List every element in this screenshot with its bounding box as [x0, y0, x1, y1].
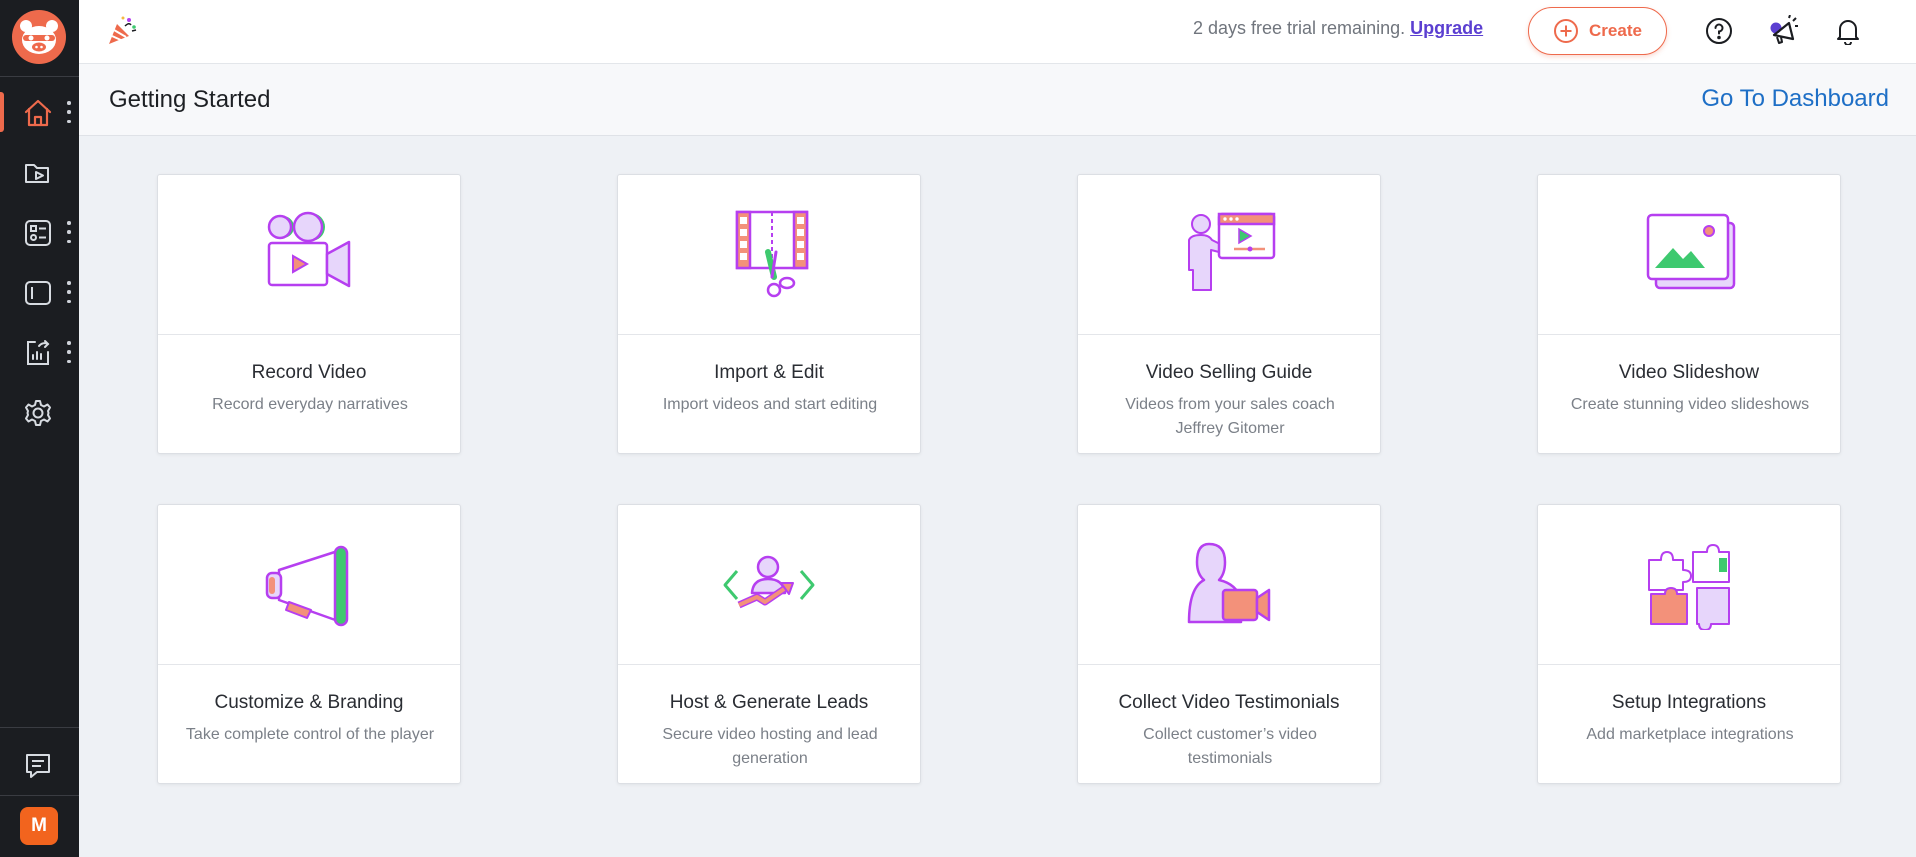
film-scissors-icon — [735, 210, 809, 298]
video-folder-icon — [22, 158, 54, 188]
create-button-label: Create — [1589, 21, 1642, 40]
page-header: Getting Started Go To Dashboard — [79, 64, 1916, 136]
trial-banner: 2 days free trial remaining. Upgrade — [1193, 18, 1483, 39]
analytics-icon — [22, 338, 54, 368]
more-options-icon[interactable] — [66, 281, 72, 303]
announcements-icon[interactable] — [1767, 15, 1799, 47]
presenter-icon — [1188, 212, 1276, 291]
campaigns-icon — [22, 218, 54, 248]
sidebar-divider — [0, 76, 79, 77]
card-title: Setup Integrations — [1611, 692, 1767, 713]
card-customize-branding[interactable]: Customize & Branding Take complete contr… — [157, 504, 461, 784]
card-video-selling-guide[interactable]: Video Selling Guide Videos from your sal… — [1077, 174, 1381, 454]
card-description: Create stunning video slideshows — [1570, 396, 1810, 413]
card-title: Video Slideshow — [1618, 362, 1760, 383]
more-options-icon[interactable] — [66, 221, 72, 243]
card-setup-integrations[interactable]: Setup Integrations Add marketplace integ… — [1537, 504, 1841, 784]
active-indicator — [0, 92, 4, 132]
card-title: Host & Generate Leads — [669, 692, 869, 713]
create-button[interactable]: Create — [1528, 7, 1667, 55]
help-icon[interactable] — [1703, 15, 1735, 47]
card-description: Videos from your sales coach Jeffrey Git… — [1125, 396, 1335, 437]
sidebar-item-home[interactable] — [0, 84, 79, 140]
home-icon — [22, 98, 54, 128]
megaphone-icon — [265, 545, 349, 626]
sidebar: M — [0, 0, 79, 857]
testimonial-icon — [1187, 542, 1271, 623]
sidebar-item-pages[interactable] — [0, 264, 79, 320]
video-camera-icon — [267, 211, 351, 287]
puzzle-icon — [1648, 543, 1730, 630]
lead-growth-icon — [723, 555, 815, 608]
card-description: Add marketplace integrations — [1586, 726, 1794, 743]
card-collect-video-testimonials[interactable]: Collect Video Testimonials Collect custo… — [1077, 504, 1381, 784]
page-title: Getting Started — [109, 86, 271, 113]
card-video-slideshow[interactable]: Video Slideshow Create stunning video sl… — [1537, 174, 1841, 454]
card-record-video[interactable]: Record Video Record everyday narratives — [157, 174, 461, 454]
card-host-generate-leads[interactable]: Host & Generate Leads Secure video hosti… — [617, 504, 921, 784]
upgrade-link[interactable]: Upgrade — [1410, 18, 1483, 38]
sidebar-item-settings[interactable] — [0, 384, 79, 440]
trial-text: 2 days free trial remaining. — [1193, 18, 1406, 38]
card-description: Import videos and start editing — [662, 396, 878, 413]
card-title: Import & Edit — [714, 362, 824, 383]
sidebar-item-feedback[interactable] — [0, 737, 79, 793]
card-description: Secure video hosting and lead generation — [662, 726, 878, 767]
sidebar-item-analytics[interactable] — [0, 324, 79, 380]
image-stack-icon — [1646, 213, 1736, 289]
plus-circle-icon — [1554, 19, 1579, 43]
avatar[interactable]: M — [20, 807, 58, 845]
go-to-dashboard-link[interactable]: Go To Dashboard — [1701, 85, 1889, 113]
chat-feedback-icon — [22, 751, 54, 781]
card-title: Record Video — [251, 362, 367, 383]
card-description: Record everyday narratives — [212, 396, 408, 413]
card-description: Take complete control of the player — [185, 726, 435, 743]
card-description: Collect customer’s video testimonials — [1143, 726, 1317, 767]
card-title: Collect Video Testimonials — [1118, 692, 1340, 713]
gear-icon — [22, 398, 54, 428]
page-layout-icon — [22, 278, 54, 308]
party-popper-icon[interactable] — [105, 14, 139, 48]
top-header: 2 days free trial remaining. Upgrade Cre… — [79, 0, 1916, 64]
app-logo[interactable] — [12, 10, 66, 64]
notifications-bell-icon[interactable] — [1832, 15, 1864, 47]
sidebar-divider — [0, 795, 79, 796]
card-title: Customize & Branding — [214, 692, 404, 713]
card-import-edit[interactable]: Import & Edit Import videos and start ed… — [617, 174, 921, 454]
more-options-icon[interactable] — [66, 341, 72, 363]
card-title: Video Selling Guide — [1145, 362, 1313, 383]
sidebar-item-campaigns[interactable] — [0, 204, 79, 260]
sidebar-divider — [0, 727, 79, 728]
sidebar-item-videos[interactable] — [0, 144, 79, 200]
more-options-icon[interactable] — [66, 101, 72, 123]
